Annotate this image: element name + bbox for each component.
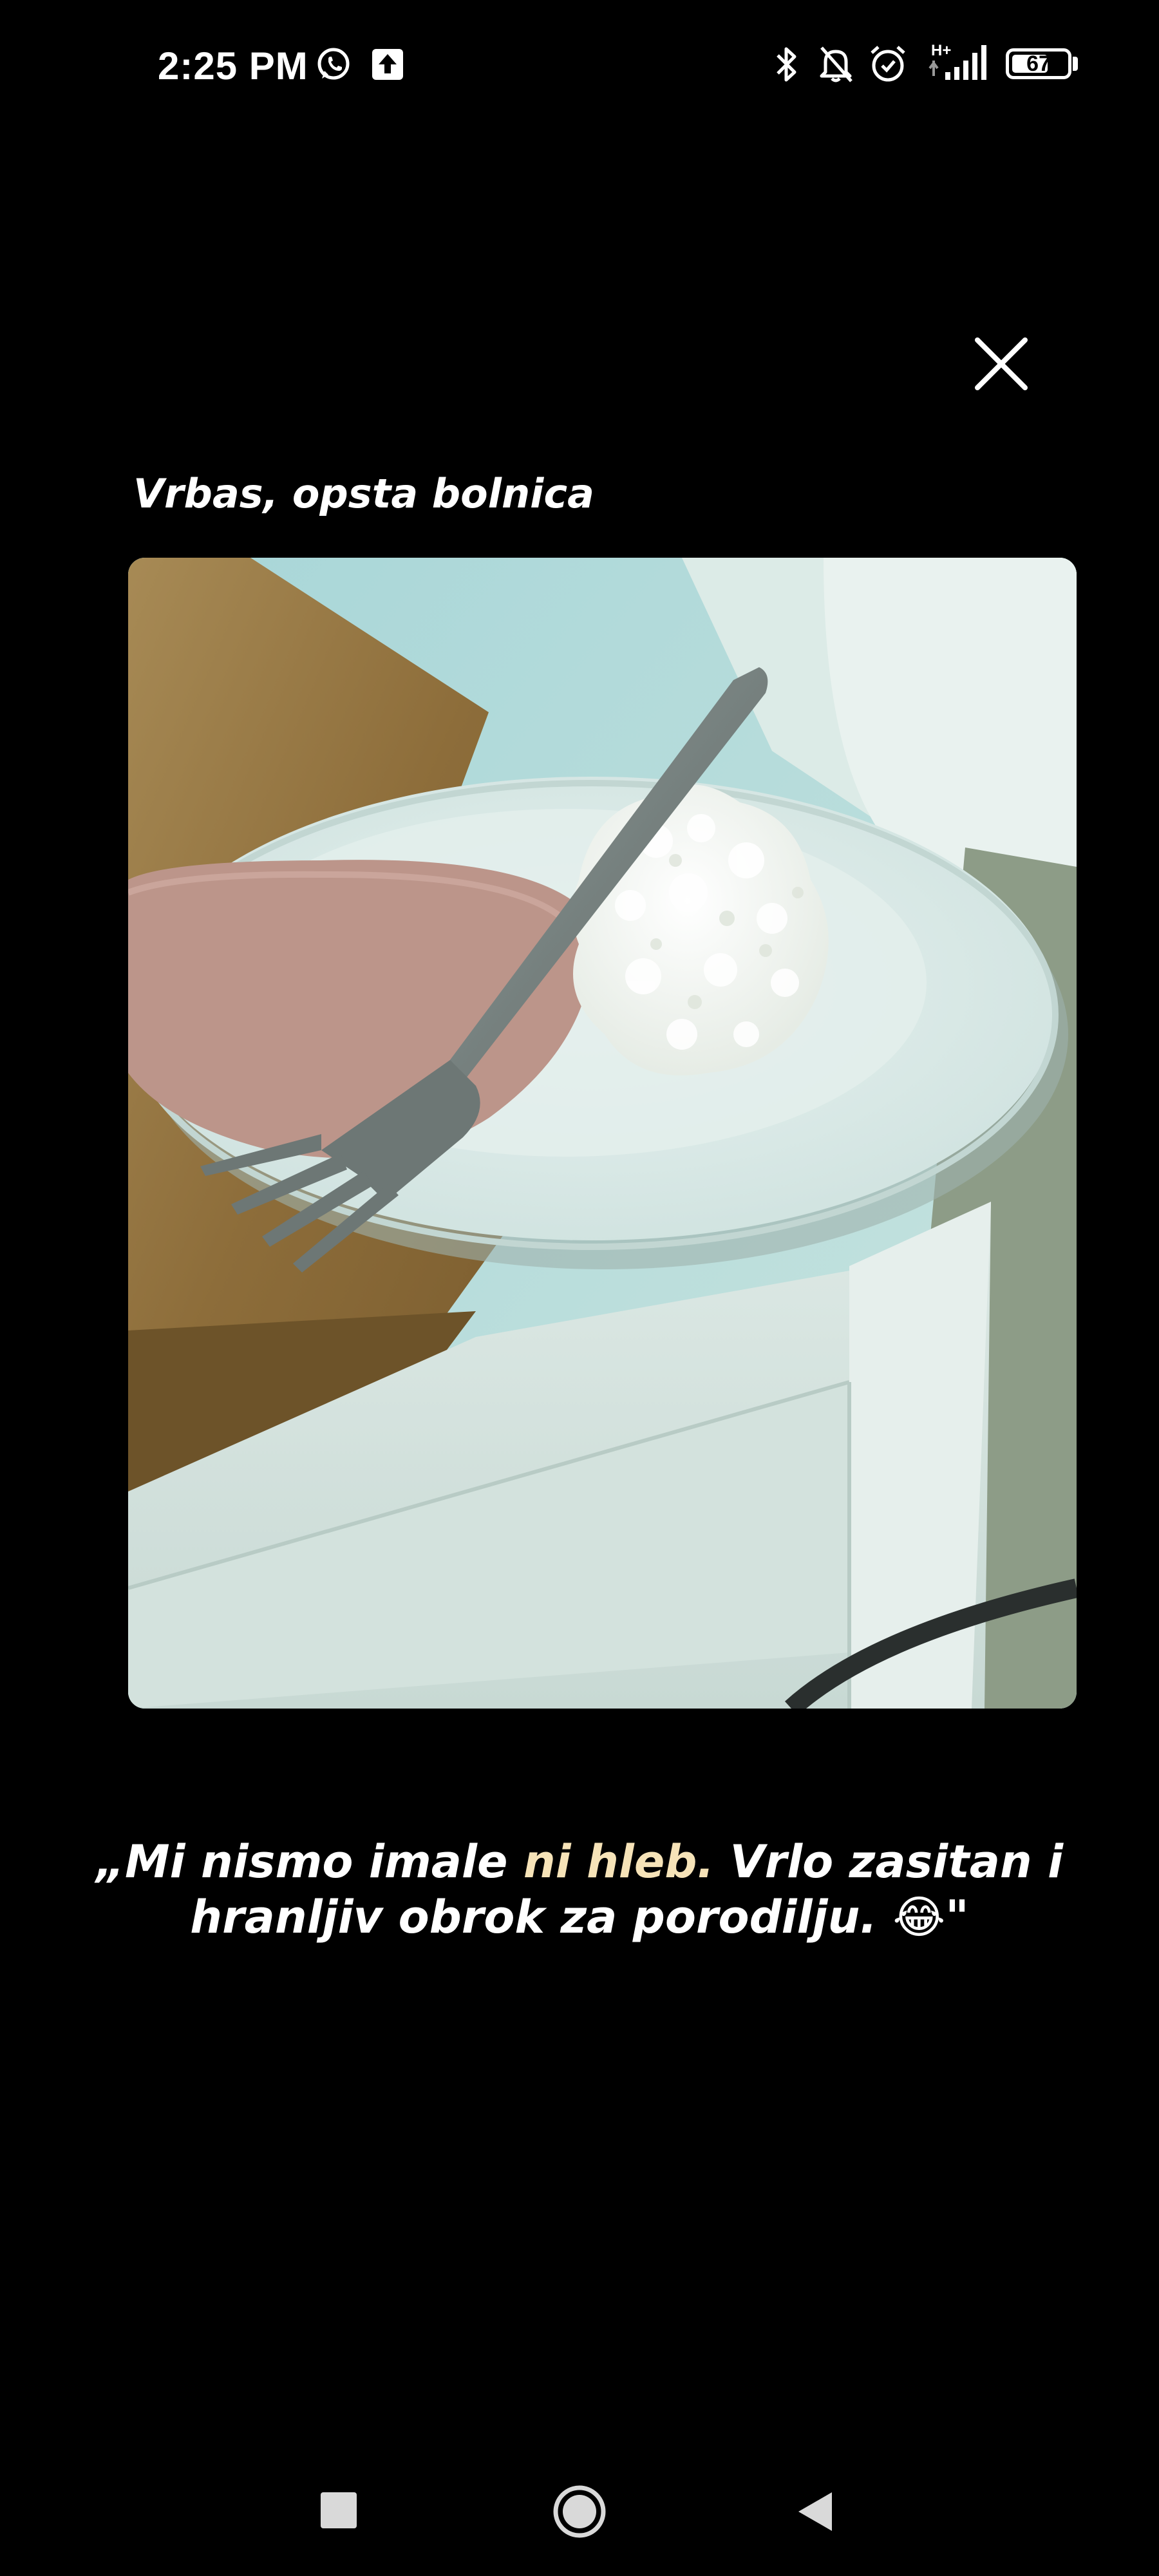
network-type-label: H+ bbox=[931, 42, 951, 59]
bluetooth-icon bbox=[777, 47, 796, 82]
caption-highlight: ni hleb. bbox=[523, 1835, 715, 1888]
post-photo[interactable] bbox=[128, 558, 1077, 1709]
close-icon bbox=[975, 337, 1028, 390]
signal-icon: H+ bbox=[928, 42, 986, 80]
recent-apps-icon bbox=[321, 2492, 357, 2528]
alarm-icon bbox=[871, 46, 905, 82]
back-icon bbox=[798, 2492, 832, 2531]
home-icon bbox=[553, 2485, 606, 2538]
upload-icon bbox=[372, 49, 403, 80]
battery-tip bbox=[1073, 57, 1078, 71]
battery-level: 67 bbox=[1026, 52, 1051, 76]
close-button[interactable] bbox=[966, 328, 1037, 399]
status-time: 2:25 PM bbox=[158, 44, 308, 88]
recent-apps-button[interactable] bbox=[321, 2492, 357, 2528]
status-bar: 2:25 PM H+ 67 bbox=[0, 0, 1159, 129]
navigation-bar bbox=[0, 2447, 1159, 2576]
back-button[interactable] bbox=[796, 2491, 834, 2532]
battery-icon: 67 bbox=[1006, 48, 1071, 79]
caption-text-start: „Mi nismo imale bbox=[95, 1835, 523, 1888]
home-button[interactable] bbox=[552, 2485, 607, 2539]
post-title: Vrbas, opsta bolnica bbox=[133, 470, 594, 517]
food-plate-image bbox=[128, 558, 1077, 1709]
mute-bell-icon bbox=[820, 46, 853, 82]
post-caption: „Mi nismo imale ni hleb. Vrlo zasitan i … bbox=[39, 1834, 1120, 1945]
whatsapp-icon bbox=[317, 48, 350, 80]
